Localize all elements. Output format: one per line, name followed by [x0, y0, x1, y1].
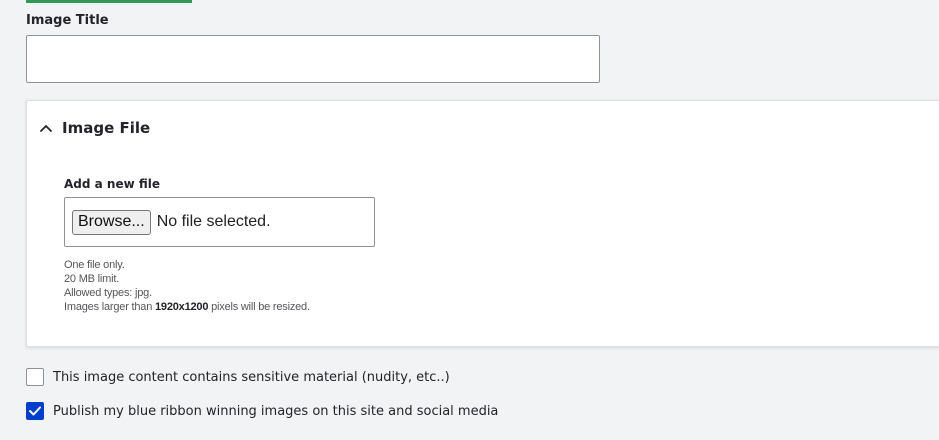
help-line-size-limit: 20 MB limit. [64, 273, 120, 285]
file-help-text: One file only. 20 MB limit. Allowed type… [64, 258, 310, 314]
resize-dimensions: 1920x1200 [154, 301, 209, 313]
help-line-resize: Images larger than 1920x1200 pixels will… [64, 300, 310, 314]
chevron-up-icon [40, 125, 52, 132]
file-status-text: No file selected. [156, 213, 271, 230]
resize-prefix: Images larger than [64, 301, 153, 313]
help-line-allowed-types: Allowed types: jpg. [64, 287, 152, 299]
sensitive-material-checkbox[interactable] [26, 368, 44, 386]
publish-images-checkbox[interactable] [26, 402, 44, 420]
publish-images-row[interactable]: Publish my blue ribbon winning images on… [26, 402, 498, 420]
add-new-file-label: Add a new file [64, 177, 161, 191]
file-input[interactable]: Browse... No file selected. [64, 197, 375, 247]
help-line-file-count: One file only. [64, 259, 125, 271]
sensitive-material-label: This image content contains sensitive ma… [53, 369, 450, 385]
checkmark-icon [29, 406, 41, 416]
image-title-label: Image Title [26, 13, 109, 28]
browse-button[interactable]: Browse... [72, 209, 151, 235]
publish-images-label: Publish my blue ribbon winning images on… [53, 403, 499, 419]
resize-suffix: pixels will be resized. [211, 301, 310, 313]
image-file-title: Image File [62, 119, 151, 137]
image-title-input[interactable] [26, 35, 600, 83]
active-tab-indicator [26, 0, 192, 3]
image-file-panel: Image File Add a new file Browse... No f… [26, 100, 939, 347]
image-file-toggle[interactable]: Image File [39, 117, 150, 139]
sensitive-material-row[interactable]: This image content contains sensitive ma… [26, 368, 450, 386]
